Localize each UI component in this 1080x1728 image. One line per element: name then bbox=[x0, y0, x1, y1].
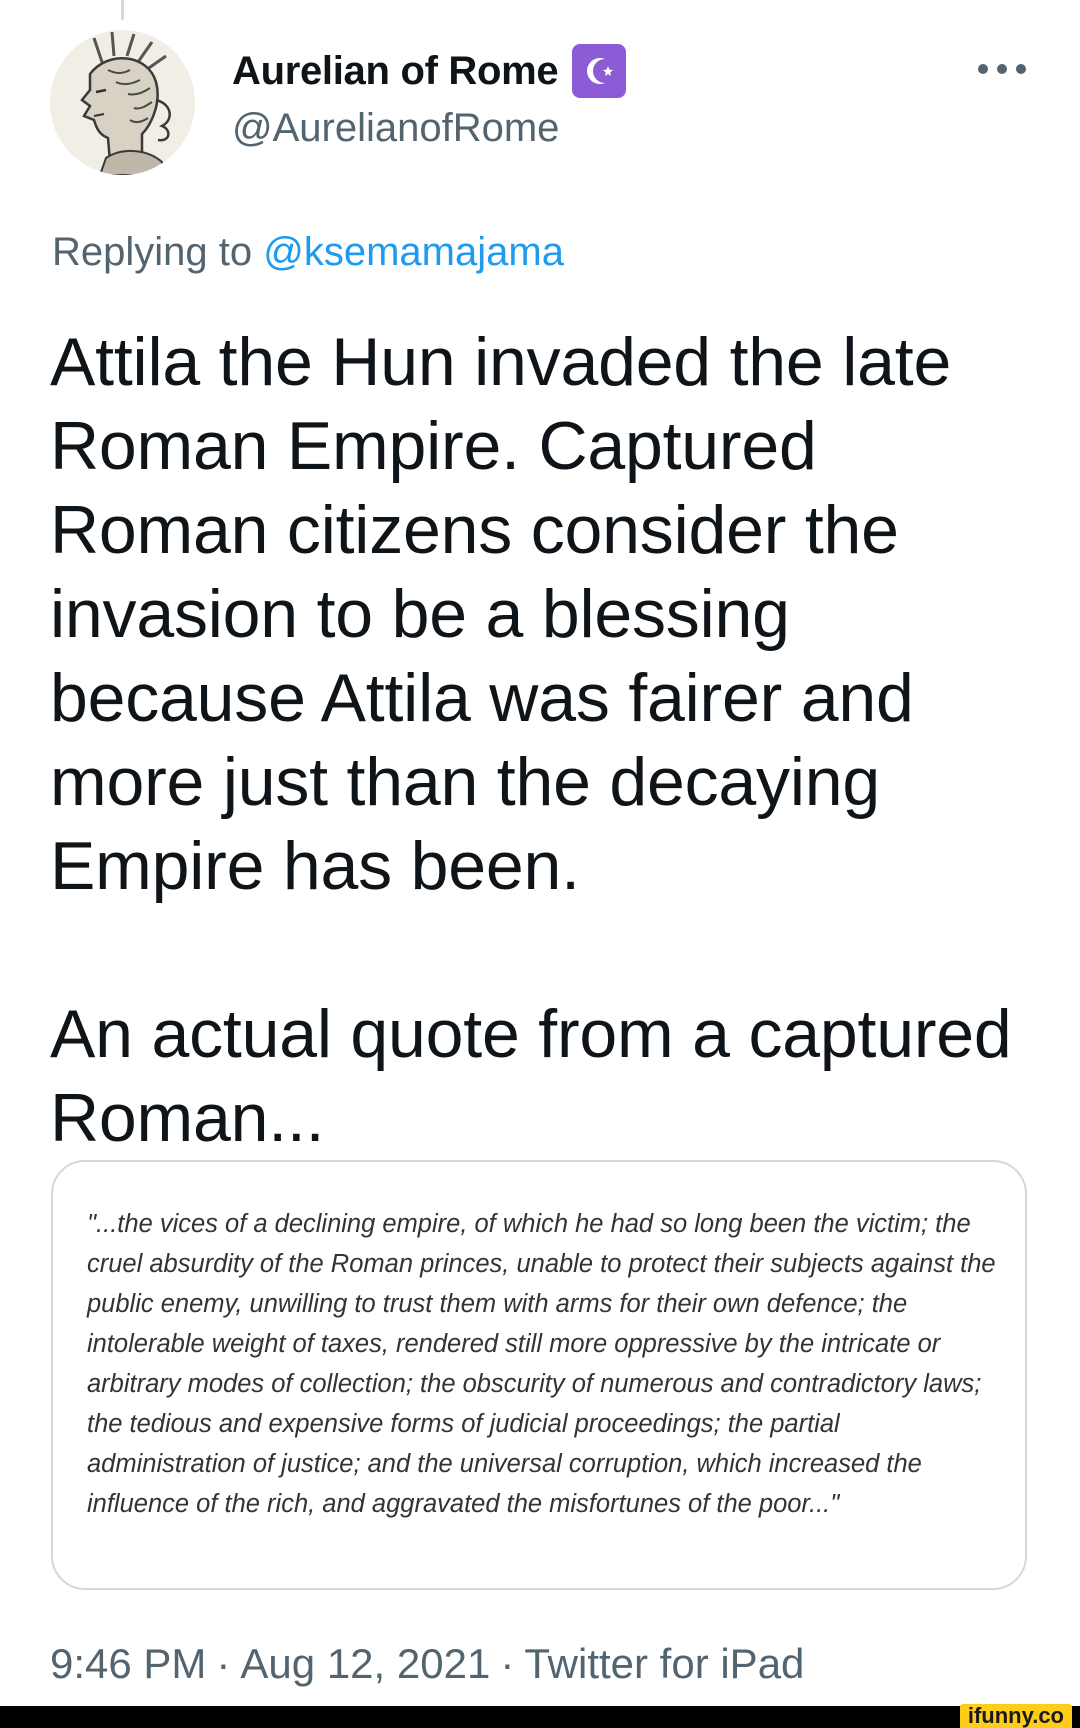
emperor-portrait-avatar-icon bbox=[50, 30, 195, 175]
author-handle[interactable]: @AurelianofRome bbox=[232, 106, 559, 151]
more-dot-icon bbox=[1016, 64, 1026, 74]
tweet-metadata: 9:46 PM · Aug 12, 2021 · Twitter for iPad bbox=[50, 1640, 804, 1690]
author-name-row: Aurelian of Rome bbox=[232, 44, 627, 98]
author-display-name[interactable]: Aurelian of Rome bbox=[232, 49, 559, 94]
more-options-button[interactable] bbox=[978, 56, 1026, 82]
tweet-paragraph: An actual quote from a captured Roman... bbox=[50, 996, 1012, 1156]
watermark-bar bbox=[0, 1706, 1080, 1728]
more-dot-icon bbox=[997, 64, 1007, 74]
quote-image-text: "...the vices of a declining empire, of … bbox=[87, 1210, 996, 1518]
more-dot-icon bbox=[978, 64, 988, 74]
meta-separator: · bbox=[216, 1640, 231, 1687]
tweet-paragraph: Attila the Hun invaded the late Roman Em… bbox=[50, 324, 952, 904]
avatar[interactable] bbox=[50, 30, 195, 175]
thread-connector-line bbox=[121, 0, 124, 20]
ifunny-watermark: ifunny.co bbox=[959, 1704, 1072, 1728]
tweet-text: Attila the Hun invaded the late Roman Em… bbox=[50, 320, 1050, 1160]
tweet-time[interactable]: 9:46 PM bbox=[50, 1640, 206, 1687]
replying-to-label: Replying to bbox=[52, 230, 253, 274]
reply-mention-link[interactable]: @ksemamajama bbox=[263, 230, 564, 274]
replying-to-line: Replying to @ksemamajama bbox=[52, 230, 564, 275]
attached-quote-image[interactable]: "...the vices of a declining empire, of … bbox=[51, 1160, 1027, 1590]
tweet-source[interactable]: Twitter for iPad bbox=[524, 1640, 804, 1687]
tweet-date[interactable]: Aug 12, 2021 bbox=[240, 1640, 490, 1687]
meta-separator: · bbox=[500, 1640, 515, 1687]
crescent-star-icon bbox=[572, 44, 627, 98]
